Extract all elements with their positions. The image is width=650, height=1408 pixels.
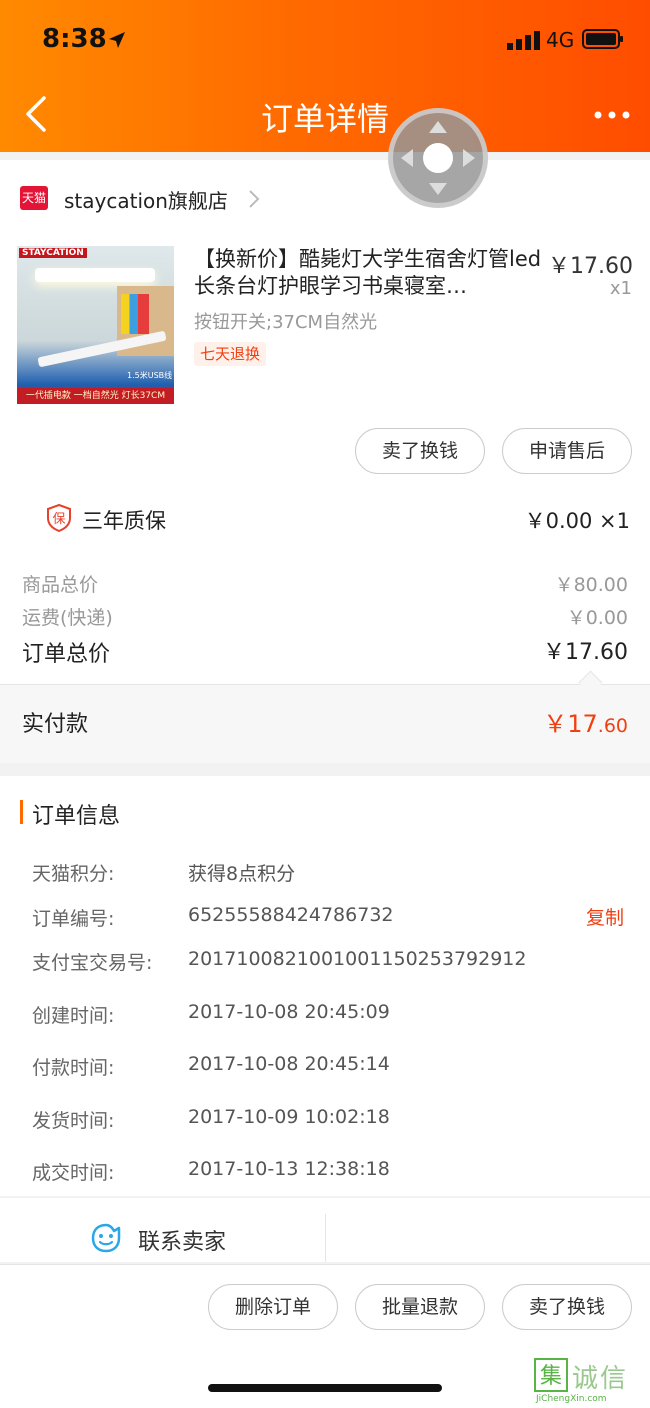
product-image-brand: STAYCATION [19,248,87,258]
contact-divider [325,1214,326,1262]
info-value-shipped: 2017-10-09 10:02:18 [188,1106,390,1128]
shipping-label: 运费(快递) [22,607,113,629]
info-label-created: 创建时间: [32,1005,115,1027]
status-time: 8:38 [42,24,107,54]
section-accent-bar [20,800,23,824]
home-indicator[interactable] [208,1384,442,1392]
info-value-created: 2017-10-08 20:45:09 [188,1001,390,1023]
goods-total-label: 商品总价 [22,574,99,596]
batch-refund-button[interactable]: 批量退款 [355,1284,485,1330]
info-value-paid: 2017-10-08 20:45:14 [188,1053,390,1075]
watermark-url: JiChengXin.com [536,1394,607,1404]
paid-value-decimal: .60 [597,715,628,737]
product-quantity: x1 [609,278,632,299]
info-label-shipped: 发货时间: [32,1110,115,1132]
info-label-points: 天猫积分: [32,863,115,885]
return-badge: 七天退换 [194,342,267,366]
paid-label: 实付款 [22,712,89,737]
watermark-box: 集 [534,1358,568,1392]
product-image-lamp [35,268,155,282]
product-title[interactable]: 【换新价】酷毙灯大学生宿舍灯管led长条台灯护眼学习书桌寝室… [194,246,544,300]
info-value-order-no: 65255588424786732 [188,904,394,926]
apply-aftersale-button[interactable]: 申请售后 [502,428,632,474]
more-icon[interactable] [590,100,634,130]
copy-order-no-button[interactable]: 复制 [586,903,624,930]
info-value-points: 获得8点积分 [188,863,296,885]
product-price: ￥17.60 [548,254,633,279]
watermark-text: 诚信 [572,1364,629,1394]
direction-pad-icon [401,121,475,195]
site-watermark: 集 诚信 JiChengXin.com [534,1358,644,1404]
network-type: 4G [546,28,575,52]
warranty-shield-icon: 保 [47,504,71,532]
product-image-cable-label: 1.5米USB线 [127,371,173,380]
info-label-order-no: 订单编号: [32,908,115,930]
sell-for-cash-bottom-button[interactable]: 卖了换钱 [502,1284,632,1330]
chat-smile-icon[interactable] [90,1222,122,1254]
assistive-touch-button[interactable] [388,108,488,208]
order-total-label: 订单总价 [22,642,111,667]
sell-for-cash-button[interactable]: 卖了换钱 [355,428,485,474]
chevron-right-icon[interactable] [246,188,262,210]
shop-name[interactable]: staycation旗舰店 [64,185,228,214]
delete-order-button[interactable]: 删除订单 [208,1284,338,1330]
warranty-icon-text: 保 [52,512,65,527]
tmall-logo-icon: 天猫 [20,186,48,210]
info-label-paid: 付款时间: [32,1057,115,1079]
info-value-completed: 2017-10-13 12:38:18 [188,1158,390,1180]
signal-icon [507,31,540,50]
order-info-section [0,776,650,1196]
order-total-value: ￥17.60 [543,640,628,665]
warranty-label: 三年质保 [82,509,166,533]
product-image[interactable]: STAYCATION 1.5米USB线 一代插电款 一档自然光 灯长37CM [17,246,174,404]
battery-icon [582,29,623,49]
location-arrow-icon [109,32,125,48]
paid-value: ￥17.60 [470,704,628,739]
goods-total-value: ￥80.00 [554,574,628,596]
info-label-alipay-no: 支付宝交易号: [32,952,153,974]
product-spec: 按钮开关;37CM自然光 [194,312,378,333]
info-label-completed: 成交时间: [32,1162,115,1184]
product-image-banner: 一代插电款 一档自然光 灯长37CM [17,388,174,404]
warranty-price: ￥0.00 ×1 [524,509,630,533]
shipping-value: ￥0.00 [566,607,628,629]
product-image-books [121,294,149,334]
paid-value-main: ￥17 [543,710,598,738]
contact-seller-button[interactable]: 联系卖家 [138,1224,226,1256]
order-info-title: 订单信息 [32,804,121,829]
page-title: 订单详情 [260,100,389,138]
info-value-alipay-no: 2017100821001001150253792912 [188,948,527,970]
